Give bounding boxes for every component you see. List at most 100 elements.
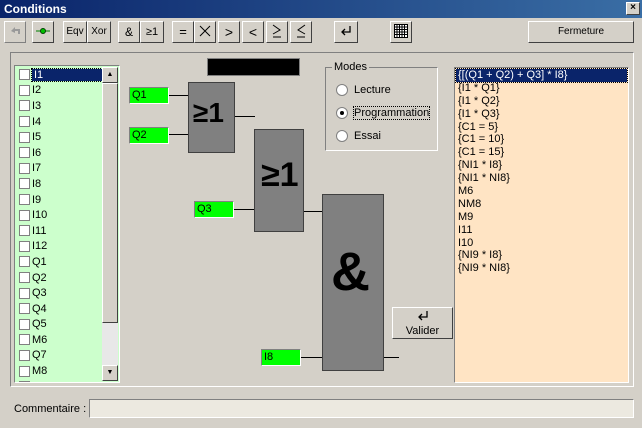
list-item-checkbox[interactable] [19, 318, 30, 330]
list-item[interactable]: I10 [16, 207, 102, 223]
scroll-thumb[interactable] [102, 83, 118, 323]
list-item[interactable]: I9 [16, 192, 102, 208]
list-item-checkbox[interactable] [19, 100, 30, 112]
eqv-button[interactable]: Eqv [63, 21, 87, 43]
list-item-checkbox[interactable] [19, 272, 30, 284]
list-item[interactable]: Q1 [16, 254, 102, 270]
and-gate[interactable]: & [322, 194, 384, 371]
radio-essai[interactable] [336, 130, 348, 142]
equal-button[interactable]: = [172, 21, 194, 43]
list-item-checkbox[interactable] [19, 365, 30, 377]
or-button[interactable]: ≥1 [140, 21, 164, 43]
list-item-checkbox[interactable] [19, 178, 30, 190]
list-item[interactable]: Q7 [16, 348, 102, 364]
and-button[interactable]: & [118, 21, 140, 43]
condition-item[interactable]: {NI1 * NI8} [456, 172, 627, 185]
condition-item[interactable]: NM8 [456, 198, 627, 211]
condition-item[interactable]: M9 [456, 211, 627, 224]
valider-button[interactable]: Valider [392, 307, 453, 339]
mode-lecture[interactable]: Lecture [336, 84, 391, 96]
enter-icon [417, 311, 428, 321]
list-item-checkbox[interactable] [19, 303, 30, 315]
list-item[interactable]: Q2 [16, 270, 102, 286]
list-item[interactable]: M9 [16, 379, 102, 382]
undo-icon [11, 27, 20, 34]
condition-item[interactable]: {NI9 * NI8} [456, 262, 627, 275]
less-equal-button[interactable] [290, 21, 312, 43]
grid-button[interactable] [390, 21, 412, 43]
list-item-checkbox[interactable] [19, 240, 30, 252]
list-item[interactable]: I3 [16, 98, 102, 114]
greater-than-button[interactable]: > [218, 21, 240, 43]
list-item-checkbox[interactable] [19, 256, 30, 268]
condition-item[interactable]: I11 [456, 224, 627, 237]
condition-item[interactable]: {C1 = 5} [456, 121, 627, 134]
mode-programmation[interactable]: Programmation [336, 106, 431, 120]
list-item-checkbox[interactable] [19, 381, 30, 382]
close-window-button[interactable]: × [626, 2, 640, 15]
variable-list-scrollbar[interactable]: ▲ ▼ [102, 67, 118, 381]
input-q3[interactable]: Q3 [194, 201, 234, 218]
contact-button[interactable] [32, 21, 54, 43]
radio-programmation[interactable] [336, 107, 348, 119]
or-gate-1[interactable]: ≥1 [188, 82, 235, 153]
condition-item[interactable]: {C1 = 10} [456, 133, 627, 146]
condition-item[interactable]: {C1 = 15} [456, 146, 627, 159]
enter-button[interactable] [334, 21, 358, 43]
list-item[interactable]: I4 [16, 114, 102, 130]
list-item-checkbox[interactable] [19, 69, 30, 81]
condition-item[interactable]: M6 [456, 185, 627, 198]
mode-essai[interactable]: Essai [336, 130, 381, 142]
list-item-checkbox[interactable] [19, 209, 30, 221]
list-item-checkbox[interactable] [19, 162, 30, 174]
or-gate-2[interactable]: ≥1 [254, 129, 304, 232]
xor-button[interactable]: Xor [87, 21, 111, 43]
list-item[interactable]: I2 [16, 83, 102, 99]
list-item[interactable]: Q3 [16, 285, 102, 301]
close-button[interactable]: Fermeture [528, 21, 634, 43]
list-item-label: Q2 [32, 271, 47, 284]
less-than-button[interactable]: < [242, 21, 264, 43]
comment-input[interactable] [89, 399, 634, 418]
list-item[interactable]: Q5 [16, 317, 102, 333]
list-item[interactable]: I1 [16, 67, 103, 83]
list-item-checkbox[interactable] [19, 84, 30, 96]
list-item-checkbox[interactable] [19, 147, 30, 159]
list-item-checkbox[interactable] [19, 194, 30, 206]
list-item-label: Q5 [32, 318, 47, 331]
list-item-checkbox[interactable] [19, 131, 30, 143]
condition-item[interactable]: {I1 * Q3} [456, 108, 627, 121]
condition-item[interactable]: {NI1 * I8} [456, 159, 627, 172]
not-equal-button[interactable] [194, 21, 216, 43]
input-q1[interactable]: Q1 [129, 87, 169, 104]
conditions-list[interactable]: {[(Q1 + Q2) + Q3] * I8} {I1 * Q1} {I1 * Q2… [454, 67, 629, 383]
condition-item[interactable]: {NI9 * I8} [456, 249, 627, 262]
condition-item[interactable]: I10 [456, 237, 627, 250]
list-item[interactable]: I11 [16, 223, 102, 239]
condition-item[interactable]: {[(Q1 + Q2) + Q3] * I8} [455, 68, 628, 83]
list-item[interactable]: I5 [16, 129, 102, 145]
condition-item[interactable]: {I1 * Q2} [456, 95, 627, 108]
list-item[interactable]: Q4 [16, 301, 102, 317]
input-i8[interactable]: I8 [261, 349, 301, 366]
greater-equal-button[interactable] [266, 21, 288, 43]
list-item-checkbox[interactable] [19, 225, 30, 237]
condition-item[interactable]: {I1 * Q1} [456, 82, 627, 95]
list-item[interactable]: M8 [16, 363, 102, 379]
list-item-checkbox[interactable] [19, 349, 30, 361]
list-item[interactable]: I8 [16, 176, 102, 192]
scroll-down-button[interactable]: ▼ [102, 365, 118, 381]
list-item[interactable]: M6 [16, 332, 102, 348]
list-item-label: I12 [32, 240, 48, 253]
radio-lecture[interactable] [336, 84, 348, 96]
variable-list[interactable]: I1 I2 I3 I4 I5 I6 I7 I8 I9 I10 I11 I12 Q1 Q2 Q3 Q4 Q5 M6 Q… [14, 65, 120, 383]
scroll-up-button[interactable]: ▲ [102, 67, 118, 83]
list-item[interactable]: I7 [16, 161, 102, 177]
list-item[interactable]: I6 [16, 145, 102, 161]
list-item-checkbox[interactable] [19, 116, 30, 128]
list-item-checkbox[interactable] [19, 334, 30, 346]
input-q2[interactable]: Q2 [129, 127, 169, 144]
list-item[interactable]: I12 [16, 239, 102, 255]
undo-button[interactable] [4, 21, 26, 43]
list-item-checkbox[interactable] [19, 287, 30, 299]
